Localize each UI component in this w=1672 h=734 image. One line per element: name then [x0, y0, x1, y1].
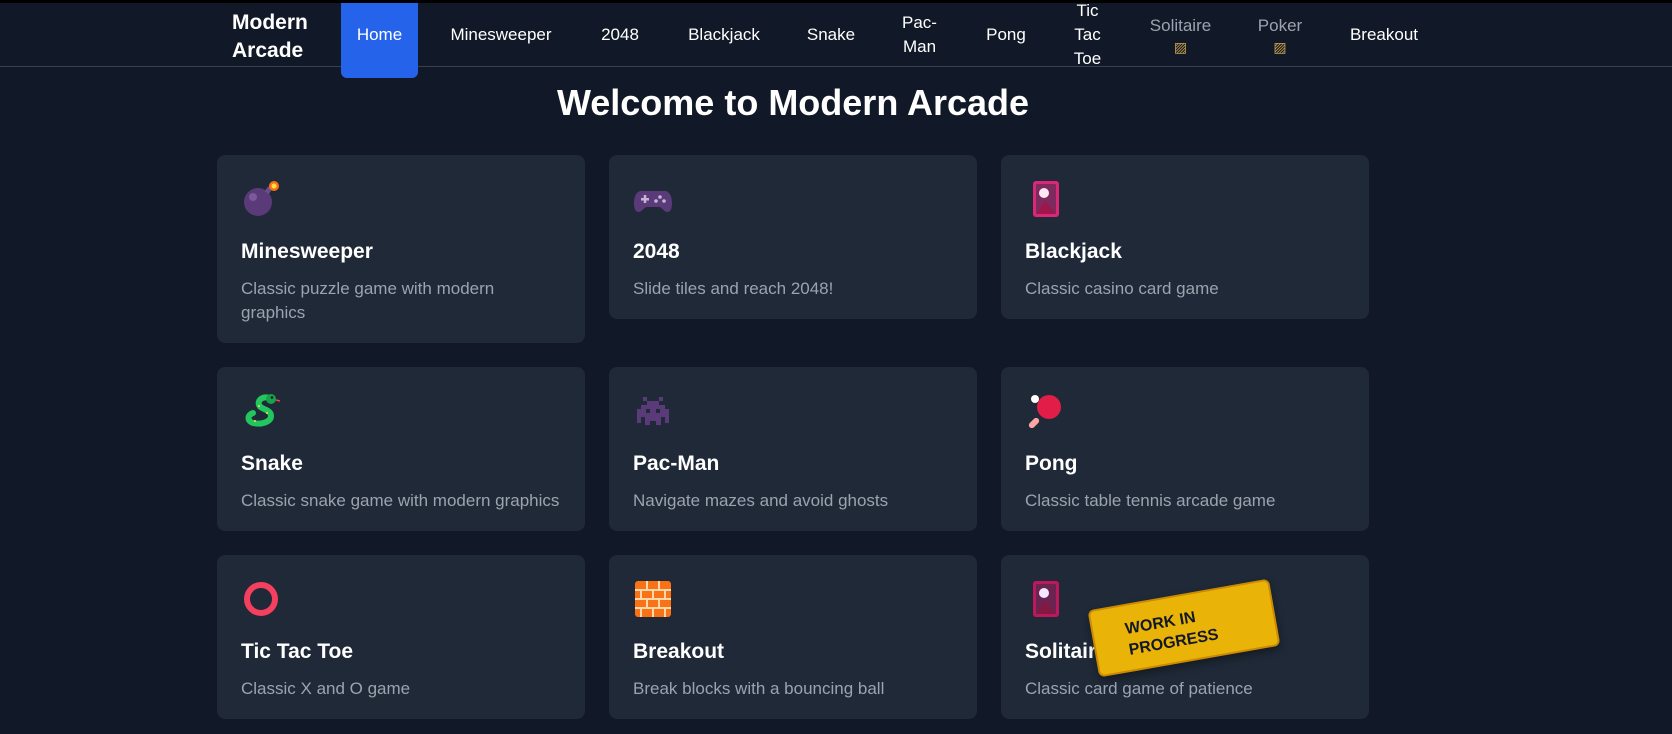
game-card-pong[interactable]: Pong Classic table tennis arcade game [1001, 367, 1369, 531]
brand-logo-text[interactable]: Modern Arcade [232, 9, 327, 65]
game-card-tic-tac-toe[interactable]: Tic Tac Toe Classic X and O game [217, 555, 585, 719]
card-title: Tic Tac Toe [241, 640, 354, 663]
game-card-pac-man[interactable]: Pac-Man Navigate mazes and avoid ghosts [609, 367, 977, 531]
card-description: Navigate mazes and avoid ghosts [633, 491, 889, 510]
nav-home[interactable]: Home [341, 3, 418, 78]
nav-solitaire: Solitaire ▨ [1143, 3, 1218, 66]
nav-blackjack-label: Blackjack [688, 24, 760, 44]
game-controller-icon [633, 179, 673, 219]
nav-solitaire-label: Solitaire [1149, 15, 1212, 35]
nav-snake-label: Snake [806, 24, 856, 44]
ping-pong-icon [1025, 391, 1065, 431]
page-title: Welcome to Modern Arcade [556, 82, 1030, 123]
card-description: Slide tiles and reach 2048! [633, 279, 834, 298]
nav-2048-label: 2048 [601, 24, 639, 44]
card-description: Classic snake game with modern graphics [241, 491, 560, 510]
card-description: Break blocks with a bouncing ball [633, 679, 885, 698]
brick-icon [633, 579, 673, 619]
nav-pac-man-label: Pac-Man [902, 12, 937, 56]
nav-minesweeper[interactable]: Minesweeper [438, 3, 564, 66]
card-title: Snake [241, 452, 303, 475]
card-description: Classic casino card game [1025, 279, 1219, 298]
card-title: 2048 [633, 240, 680, 263]
game-card-breakout[interactable]: Breakout Break blocks with a bouncing ba… [609, 555, 977, 719]
game-card-minesweeper[interactable]: Minesweeper Classic puzzle game with mod… [217, 155, 585, 343]
nav-pong-label: Pong [986, 24, 1026, 44]
nav-minesweeper-label: Minesweeper [450, 24, 552, 44]
nav-poker: Poker ▨ [1252, 3, 1308, 66]
playing-card-icon [1025, 579, 1065, 619]
construction-icon: ▨ [1173, 38, 1188, 55]
card-title: Minesweeper [241, 240, 373, 263]
top-navigation: Modern Arcade Home Minesweeper 2048 Blac… [0, 1, 1672, 78]
bomb-icon [241, 179, 281, 219]
card-description: Classic X and O game [241, 679, 411, 698]
nav-pac-man[interactable]: Pac-Man [893, 3, 946, 66]
card-title: Breakout [633, 640, 725, 663]
snake-icon [241, 391, 281, 431]
card-description: Classic table tennis arcade game [1025, 491, 1276, 510]
nav-poker-label: Poker [1257, 15, 1303, 35]
nav-breakout[interactable]: Breakout [1340, 3, 1428, 66]
circle-icon [241, 579, 281, 619]
nav-tic-tac-toe[interactable]: Tic Tac Toe [1064, 1, 1111, 68]
card-title: Blackjack [1025, 240, 1122, 263]
nav-home-label: Home [356, 24, 403, 44]
card-description: Classic puzzle game with modern graphics [241, 279, 495, 322]
nav-2048[interactable]: 2048 [590, 3, 650, 66]
game-card-2048[interactable]: 2048 Slide tiles and reach 2048! [609, 155, 977, 319]
card-description: Classic card game of patience [1025, 679, 1253, 698]
nav-snake[interactable]: Snake [796, 3, 866, 66]
nav-pong[interactable]: Pong [975, 3, 1037, 66]
game-card-snake[interactable]: Snake Classic snake game with modern gra… [217, 367, 585, 531]
card-title: Pong [1025, 452, 1078, 475]
space-invader-icon [633, 391, 673, 431]
nav-tic-tac-toe-label: Tic Tac Toe [1073, 0, 1102, 68]
nav-blackjack[interactable]: Blackjack [676, 3, 772, 66]
nav-breakout-label: Breakout [1349, 24, 1419, 44]
card-title: Pac-Man [633, 452, 720, 475]
construction-icon: ▨ [1273, 38, 1287, 55]
playing-card-icon [1025, 179, 1065, 219]
game-card-blackjack[interactable]: Blackjack Classic casino card game [1001, 155, 1369, 319]
